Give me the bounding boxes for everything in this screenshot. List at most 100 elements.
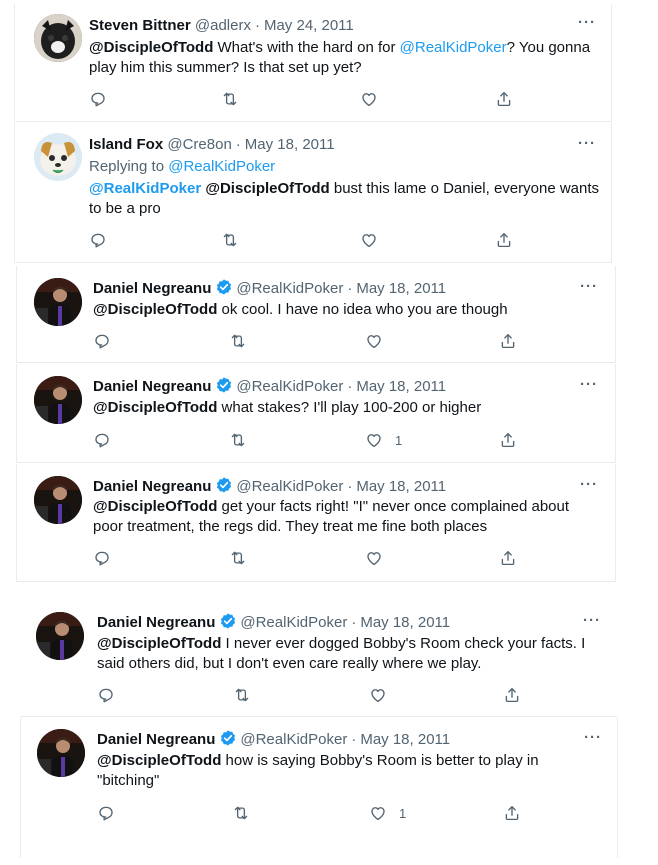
share-button[interactable] [495, 231, 513, 249]
retweet-icon [233, 686, 251, 704]
reply-button[interactable] [89, 231, 107, 249]
tweet-card[interactable]: Steven Bittner @adlerx · May 24, 2011 ··· @D… [14, 4, 612, 122]
mention[interactable]: @DiscipleOfTodd [89, 39, 213, 56]
dot-separator: · [351, 731, 357, 748]
tweet-date[interactable]: May 18, 2011 [245, 136, 335, 153]
like-button[interactable] [365, 332, 383, 350]
mention[interactable]: @DiscipleOfTodd [97, 635, 221, 652]
more-options-icon[interactable]: ··· [583, 612, 601, 629]
like-button[interactable]: 1 [365, 431, 402, 449]
retweet-icon [221, 90, 239, 108]
mention-link[interactable]: @RealKidPoker [89, 180, 201, 197]
handle[interactable]: @RealKidPoker [240, 614, 347, 631]
share-button[interactable] [499, 549, 517, 567]
mention[interactable]: @DiscipleOfTodd [93, 399, 217, 416]
tweet-card[interactable]: Daniel Negreanu @RealKidPoker · May 18, 201… [20, 718, 618, 858]
tweet-card[interactable]: Daniel Negreanu @RealKidPoker · May 18, 201… [16, 364, 616, 463]
tweet-card[interactable]: Island Fox @Cre8on · May 18, 2011 ··· Replyi… [14, 123, 612, 263]
tweet-header: Daniel Negreanu @RealKidPoker · May 18, 201… [93, 376, 446, 400]
share-icon [499, 549, 517, 567]
like-button[interactable] [360, 90, 378, 108]
tweet-date[interactable]: May 18, 2011 [356, 478, 446, 495]
display-name[interactable]: Daniel Negreanu [93, 478, 211, 495]
reply-button[interactable] [97, 804, 115, 822]
avatar[interactable] [34, 376, 82, 424]
display-name[interactable]: Daniel Negreanu [97, 614, 215, 631]
display-name[interactable]: Daniel Negreanu [93, 280, 211, 297]
reply-icon [97, 804, 115, 822]
retweet-button[interactable] [233, 686, 251, 704]
tweet-date[interactable]: May 18, 2011 [356, 280, 446, 297]
avatar[interactable] [37, 729, 85, 777]
share-button[interactable] [499, 332, 517, 350]
avatar[interactable] [34, 133, 82, 181]
handle[interactable]: @RealKidPoker [236, 478, 343, 495]
like-button[interactable] [365, 549, 383, 567]
more-options-icon[interactable]: ··· [578, 135, 596, 152]
replying-to-link[interactable]: @RealKidPoker [168, 158, 275, 175]
share-icon [495, 231, 513, 249]
more-options-icon[interactable]: ··· [578, 14, 596, 31]
tweet-card[interactable]: Daniel Negreanu @RealKidPoker · May 18, 201… [20, 600, 618, 717]
avatar[interactable] [34, 14, 82, 62]
retweet-icon [229, 332, 247, 350]
handle[interactable]: @RealKidPoker [236, 280, 343, 297]
like-button[interactable] [360, 231, 378, 249]
mention[interactable]: @DiscipleOfTodd [205, 180, 329, 197]
tweet-text: @DiscipleOfTodd get your facts right! "I… [93, 497, 571, 537]
display-name[interactable]: Daniel Negreanu [93, 378, 211, 395]
like-icon [365, 332, 383, 350]
reply-button[interactable] [89, 90, 107, 108]
avatar[interactable] [34, 476, 82, 524]
dot-separator: · [235, 136, 241, 153]
display-name[interactable]: Daniel Negreanu [97, 731, 215, 748]
mention-link[interactable]: @RealKidPoker [400, 39, 507, 56]
more-options-icon[interactable]: ··· [584, 729, 602, 746]
share-button[interactable] [503, 804, 521, 822]
avatar[interactable] [36, 612, 84, 660]
retweet-button[interactable] [221, 231, 239, 249]
reply-icon [93, 549, 111, 567]
tweet-text: @DiscipleOfTodd I never ever dogged Bobb… [97, 634, 587, 674]
reply-button[interactable] [93, 549, 111, 567]
handle[interactable]: @Cre8on [167, 136, 231, 153]
handle[interactable]: @RealKidPoker [240, 731, 347, 748]
handle[interactable]: @adlerx [195, 17, 251, 34]
share-button[interactable] [495, 90, 513, 108]
like-button[interactable] [369, 686, 387, 704]
retweet-button[interactable] [221, 90, 239, 108]
avatar[interactable] [34, 278, 82, 326]
mention[interactable]: @DiscipleOfTodd [97, 752, 221, 769]
share-button[interactable] [499, 431, 517, 449]
mention[interactable]: @DiscipleOfTodd [93, 498, 217, 515]
retweet-button[interactable] [229, 332, 247, 350]
reply-button[interactable] [93, 332, 111, 350]
tweet-header: Daniel Negreanu @RealKidPoker · May 18, 201… [97, 729, 450, 753]
tweet-date[interactable]: May 18, 2011 [360, 731, 450, 748]
tweet-card[interactable]: Daniel Negreanu @RealKidPoker · May 18, 201… [16, 464, 616, 582]
tweet-text: @DiscipleOfTodd What's with the hard on … [89, 38, 599, 78]
reply-button[interactable] [97, 686, 115, 704]
tweet-date[interactable]: May 24, 2011 [264, 17, 354, 34]
share-icon [499, 431, 517, 449]
like-button[interactable]: 1 [369, 804, 406, 822]
retweet-button[interactable] [229, 431, 247, 449]
like-icon [365, 549, 383, 567]
tweet-card[interactable]: Daniel Negreanu @RealKidPoker · May 18, 201… [16, 266, 616, 363]
reply-button[interactable] [93, 431, 111, 449]
display-name[interactable]: Steven Bittner [89, 17, 191, 34]
mention[interactable]: @DiscipleOfTodd [93, 301, 217, 318]
more-options-icon[interactable]: ··· [580, 278, 598, 295]
more-options-icon[interactable]: ··· [580, 476, 598, 493]
tweet-header: Steven Bittner @adlerx · May 24, 2011 [89, 16, 354, 36]
reply-icon [89, 231, 107, 249]
display-name[interactable]: Island Fox [89, 136, 163, 153]
tweet-date[interactable]: May 18, 2011 [356, 378, 446, 395]
retweet-button[interactable] [232, 804, 250, 822]
tweet-date[interactable]: May 18, 2011 [360, 614, 450, 631]
handle[interactable]: @RealKidPoker [236, 378, 343, 395]
share-button[interactable] [503, 686, 521, 704]
retweet-button[interactable] [229, 549, 247, 567]
more-options-icon[interactable]: ··· [580, 376, 598, 393]
action-bar: 1 [97, 804, 537, 824]
